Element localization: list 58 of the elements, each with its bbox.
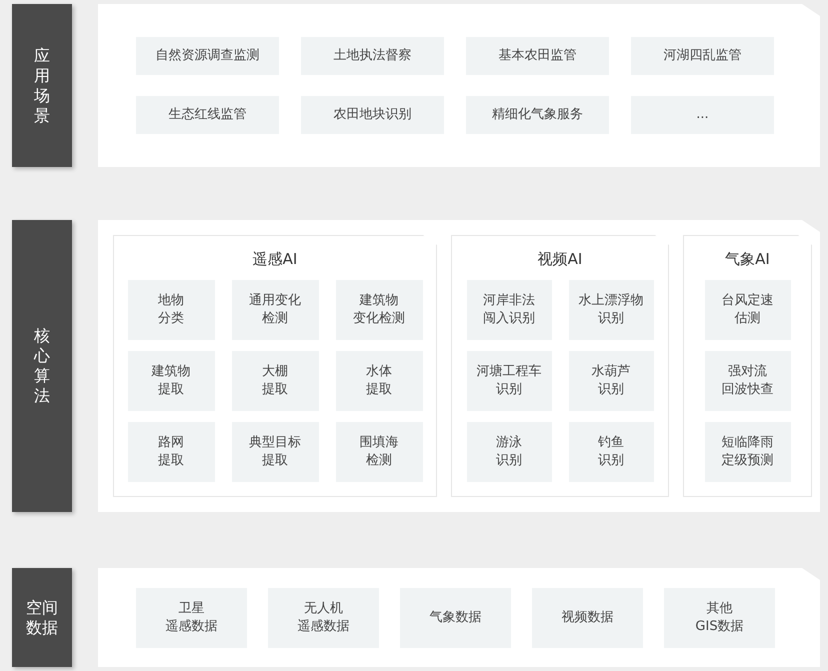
item-label: 识别 (496, 452, 522, 470)
item-label: 大棚 (262, 363, 288, 381)
item-label: 遥感数据 (166, 618, 218, 636)
item-label: 水上漂浮物 (578, 292, 644, 310)
item-label: 遥感数据 (298, 618, 350, 636)
item-label: 土地执法督察 (334, 47, 412, 65)
item-label: 游泳 (496, 434, 522, 452)
item-label: 提取 (262, 452, 288, 470)
item-label: 围填海 (360, 434, 398, 452)
item-label: 识别 (598, 381, 624, 399)
item-label: 提取 (158, 452, 184, 470)
item-label: 水葫芦 (592, 363, 630, 381)
item-label: 提取 (158, 381, 184, 399)
item-label: 定级预测 (722, 452, 774, 470)
item-label: 建筑物 (360, 292, 398, 310)
item-label: 地物 (158, 292, 184, 310)
item-label: 变化检测 (353, 310, 405, 328)
item-label: 河湖四乱监管 (664, 47, 742, 65)
layer-label: 空间数据 (12, 568, 72, 667)
item-label: 钓鱼 (598, 434, 624, 452)
item-label: 回波快查 (722, 381, 774, 399)
item-label: 路网 (158, 434, 184, 452)
layer-label: 核心算法 (12, 220, 72, 512)
item-label: 分类 (158, 310, 184, 328)
item-label: 气象数据 (430, 608, 482, 626)
item-label: 水体 (366, 363, 392, 381)
item-label: ... (696, 106, 709, 124)
item-label: 典型目标 (249, 434, 301, 452)
group-title: 遥感AI (252, 249, 298, 270)
item-label: 提取 (262, 381, 288, 399)
item-label: 通用变化 (249, 292, 301, 310)
item-label: 卫星 (178, 600, 204, 618)
item-label: 自然资源调查监测 (156, 47, 260, 65)
item-label: 台风定速 (722, 292, 774, 310)
item-label: 其他 (706, 600, 732, 618)
group-title: 气象AI (725, 249, 770, 270)
item-label: 河塘工程车 (476, 363, 542, 381)
item-label: 无人机 (304, 600, 343, 618)
item-label: 闯入识别 (483, 310, 535, 328)
item-label: 识别 (598, 452, 624, 470)
item-label: 基本农田监管 (498, 47, 576, 65)
group-title: 视频AI (538, 249, 582, 270)
item-label: 估测 (734, 310, 760, 328)
item-label: 识别 (598, 310, 624, 328)
item-label: GIS数据 (695, 618, 744, 636)
item-label: 精细化气象服务 (492, 106, 583, 124)
item-label: 视频数据 (562, 608, 614, 626)
item-label: 农田地块识别 (334, 106, 412, 124)
item-label: 短临降雨 (722, 434, 774, 452)
item-label: 建筑物 (152, 363, 190, 381)
item-label: 生态红线监管 (168, 106, 246, 124)
item-label: 检测 (366, 452, 392, 470)
item-label: 提取 (366, 381, 392, 399)
item-label: 强对流 (728, 363, 767, 381)
item-label: 检测 (262, 310, 288, 328)
layer-label: 应用场景 (12, 4, 72, 167)
item-label: 河岸非法 (483, 292, 535, 310)
item-label: 识别 (496, 381, 522, 399)
